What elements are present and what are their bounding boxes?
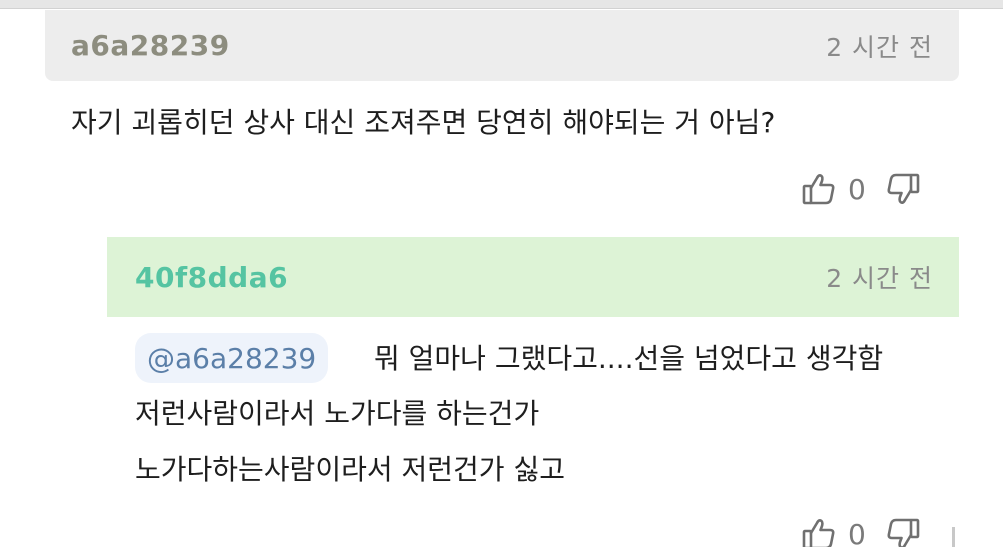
- comment-header: a6a28239 2 시간 전: [45, 10, 959, 81]
- like-count: 0: [848, 517, 866, 547]
- thumb-up-icon[interactable]: [800, 515, 838, 547]
- reply-timestamp: 2 시간 전: [826, 264, 933, 293]
- scrollbar-thumb[interactable]: [952, 527, 955, 547]
- comment-thread: a6a28239 2 시간 전 자기 괴롭히던 상사 대신 조져주면 당연히 해…: [0, 0, 1003, 547]
- reply-author[interactable]: 40f8dda6: [135, 261, 288, 294]
- reply-text-line: 뭐 얼마나 그랬다고....선을 넘었다고 생각함: [374, 342, 884, 375]
- reply-text-line: 저런사람이라서 노가다를 하는건가: [135, 397, 540, 430]
- thumb-down-icon[interactable]: [884, 170, 922, 208]
- comment-timestamp: 2 시간 전: [826, 32, 933, 62]
- like-count: 0: [848, 172, 866, 206]
- comment-actions: 0: [800, 170, 922, 208]
- top-divider: [0, 0, 1003, 9]
- comment-text: 자기 괴롭히던 상사 대신 조져주면 당연히 해야되는 거 아님?: [71, 106, 776, 139]
- reply-text-line: 노가다하는사람이라서 저런건가 싫고: [135, 453, 565, 486]
- reply-header: 40f8dda6 2 시간 전: [107, 237, 959, 317]
- comment-author[interactable]: a6a28239: [71, 29, 230, 62]
- thumb-up-icon[interactable]: [800, 170, 838, 208]
- thumb-down-icon[interactable]: [884, 515, 922, 547]
- reply-actions: 0: [800, 515, 922, 547]
- mention-tag[interactable]: @a6a28239: [135, 333, 329, 383]
